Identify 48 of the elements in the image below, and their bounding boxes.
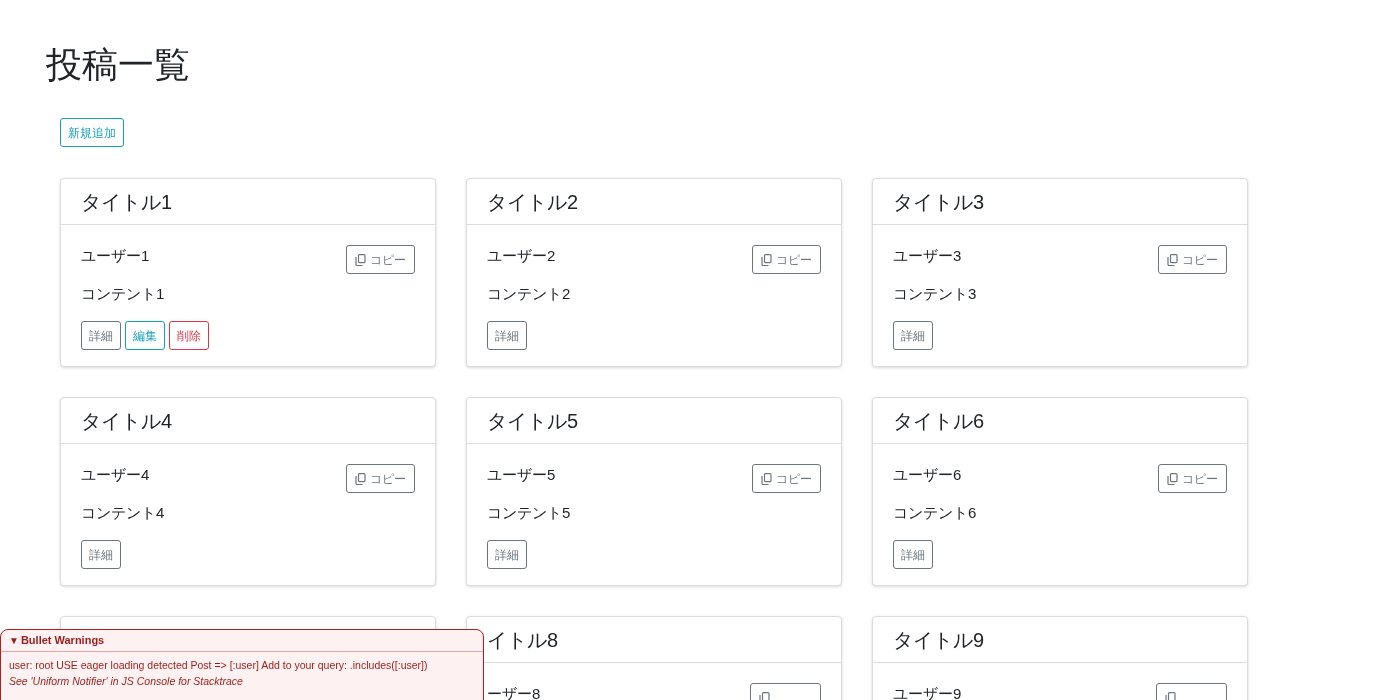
copy-icon — [355, 253, 366, 266]
user-name: ユーザー2 — [487, 246, 557, 266]
card-title: タイトル5 — [487, 408, 579, 434]
copy-icon — [1165, 691, 1176, 700]
detail-button[interactable]: 詳細 — [893, 321, 933, 350]
copy-button[interactable]: コピー — [752, 245, 821, 274]
content-text: コンテント2 — [487, 284, 571, 304]
detail-button[interactable]: 詳細 — [81, 321, 121, 350]
caret-icon[interactable]: ▼ — [9, 633, 19, 648]
copy-icon — [1167, 472, 1178, 485]
user-name: ユーザー6 — [893, 465, 963, 485]
copy-icon — [759, 691, 770, 700]
detail-button[interactable]: 詳細 — [487, 321, 527, 350]
detail-button[interactable]: 詳細 — [487, 540, 527, 569]
copy-icon — [1167, 253, 1178, 266]
new-post-button[interactable]: 新規追加 — [60, 118, 124, 147]
content-text: コンテント6 — [893, 503, 977, 523]
delete-button[interactable]: 削除 — [169, 321, 209, 350]
copy-button[interactable]: コピー — [1158, 245, 1227, 274]
page-title: 投稿一覧 — [46, 43, 191, 87]
user-name: ユーザー3 — [893, 246, 963, 266]
copy-button[interactable]: コピー — [346, 245, 415, 274]
card-title: タイトル1 — [81, 189, 173, 215]
copy-button[interactable]: コピー — [346, 464, 415, 493]
warning-message: user: root USE eager loading detected Post => [:user] Add to your query: .includes([:user]) — [9, 658, 429, 673]
card-title: イトル8 — [487, 627, 559, 653]
copy-icon — [761, 253, 772, 266]
card-title: タイトル6 — [893, 408, 985, 434]
card-title: タイトル9 — [893, 627, 985, 653]
copy-icon — [761, 472, 772, 485]
user-name: ユーザー4 — [81, 465, 151, 485]
card-title: タイトル3 — [893, 189, 985, 215]
warning-note: See 'Uniform Notifier' in JS Console for Stacktrace — [9, 674, 244, 689]
edit-button[interactable]: 編集 — [125, 321, 165, 350]
copy-icon — [355, 472, 366, 485]
content-text: コンテント4 — [81, 503, 165, 523]
copy-button[interactable]: コピー — [752, 464, 821, 493]
detail-button[interactable]: 詳細 — [81, 540, 121, 569]
card-title: タイトル4 — [81, 408, 173, 434]
warning-title[interactable]: Bullet Warnings — [20, 632, 105, 649]
content-text: コンテント1 — [81, 284, 165, 304]
card-title: タイトル2 — [487, 189, 579, 215]
detail-button[interactable]: 詳細 — [893, 540, 933, 569]
copy-button[interactable]: コピー — [1158, 464, 1227, 493]
user-name: ユーザー5 — [487, 465, 557, 485]
content-text: コンテント5 — [487, 503, 571, 523]
content-text: コンテント3 — [893, 284, 977, 304]
user-name: ユーザー1 — [81, 246, 151, 266]
